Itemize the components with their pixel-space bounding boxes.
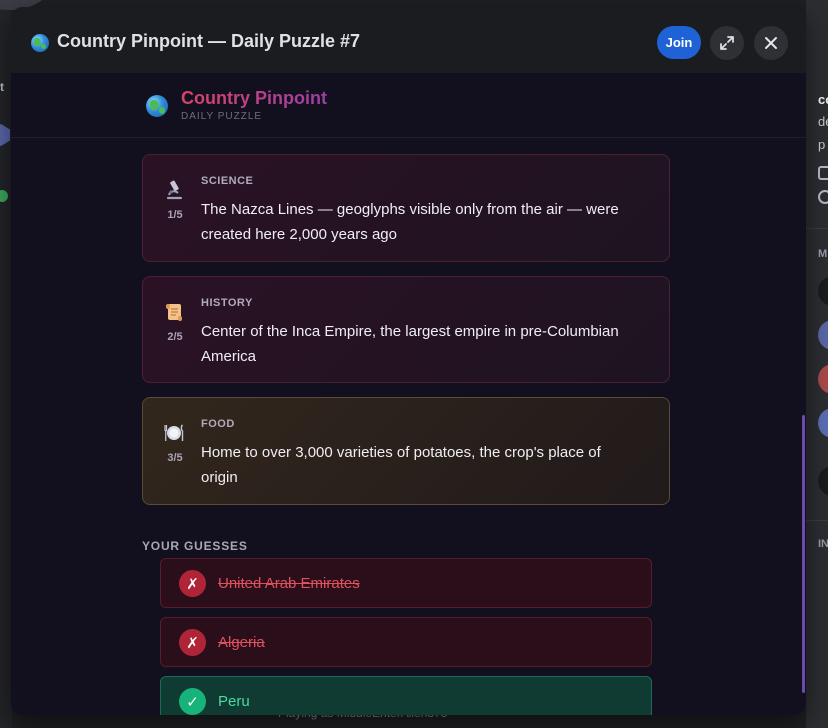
wrong-icon: ✗ (179, 629, 206, 656)
clue-index: 2/5 (167, 331, 183, 343)
clue-card: 2/5 HISTORY Center of the Inca Empire, t… (142, 276, 670, 383)
app-subtitle: DAILY PUZZLE (181, 111, 263, 122)
profile-text-fragment-2: p (818, 137, 826, 152)
clue-category: FOOD (201, 418, 235, 430)
globe-icon (146, 95, 168, 117)
members-section-label: M (818, 248, 828, 260)
close-icon (765, 37, 777, 49)
divider (806, 520, 828, 521)
clue-text: The Nazca Lines — geoglyphs visible only… (201, 201, 619, 243)
guess-row: ✗ United Arab Emirates (160, 558, 652, 608)
check-icon: ✓ (179, 688, 206, 715)
guess-name: Algeria (218, 634, 265, 651)
divider (806, 228, 828, 229)
guess-name: Peru (218, 693, 250, 710)
guess-name: United Arab Emirates (218, 575, 360, 592)
clue-category: HISTORY (201, 297, 253, 309)
globe-small-icon[interactable] (818, 190, 828, 204)
puzzle-header: Country Pinpoint DAILY PUZZLE (11, 73, 806, 138)
plate-icon (164, 424, 184, 441)
channel-letter: t (0, 80, 4, 94)
online-status-icon (0, 190, 8, 202)
clue-text: Home to over 3,000 varieties of potatoes… (201, 444, 601, 486)
app-name: Country Pinpoint (181, 88, 327, 108)
guess-row: ✗ Algeria (160, 617, 652, 667)
hex-badge-icon (0, 124, 10, 146)
globe-icon (31, 34, 49, 52)
activity-modal: Country Pinpoint — Daily Puzzle #7 Join … (11, 7, 806, 715)
clue-card: 1/5 SCIENCE The Nazca Lines — geoglyphs … (142, 154, 670, 262)
clue-card: 3/5 FOOD Home to over 3,000 varieties of… (142, 397, 670, 505)
member-avatar[interactable] (818, 276, 828, 306)
member-sidebar: co de p M IN (806, 0, 828, 728)
member-avatar[interactable] (818, 466, 828, 496)
member-avatar[interactable] (818, 364, 828, 394)
expand-button[interactable] (710, 26, 744, 60)
puzzle-view: Country Pinpoint DAILY PUZZLE 1/5 SCIENC… (11, 73, 806, 715)
inbox-icon[interactable] (818, 166, 828, 180)
clue-text: Center of the Inca Empire, the largest e… (201, 323, 619, 365)
scroll-icon (166, 304, 182, 321)
guesses-heading: YOUR GUESSES (142, 539, 248, 553)
modal-title: Country Pinpoint — Daily Puzzle #7 (57, 31, 361, 51)
member-avatar[interactable] (818, 408, 828, 438)
info-section-label: IN (818, 538, 828, 550)
close-button[interactable] (754, 26, 788, 60)
wrong-icon: ✗ (179, 570, 206, 597)
scrollbar[interactable] (802, 415, 805, 693)
profile-text-fragment: de (818, 114, 828, 129)
join-button[interactable]: Join (657, 26, 701, 59)
guess-row: ✓ Peru (160, 676, 652, 715)
clue-index: 1/5 (167, 209, 183, 221)
member-avatar[interactable] (818, 320, 828, 350)
modal-header: Country Pinpoint — Daily Puzzle #7 Join (11, 7, 806, 73)
expand-icon (720, 36, 734, 50)
profile-name-fragment: co (818, 92, 828, 107)
clue-index: 3/5 (167, 452, 183, 464)
microscope-icon (166, 180, 183, 200)
clue-category: SCIENCE (201, 175, 254, 187)
